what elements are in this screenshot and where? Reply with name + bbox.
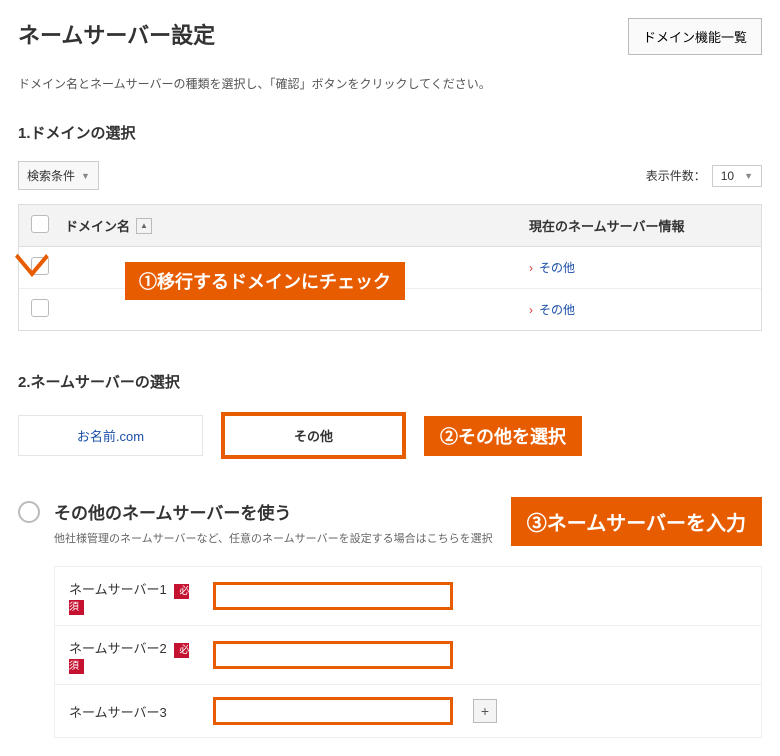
callout-1: ①移行するドメインにチェック	[125, 262, 405, 300]
ns3-input[interactable]	[213, 697, 453, 725]
ns-field-row: ネームサーバー1 必須	[55, 567, 761, 626]
nameserver-fields: ネームサーバー1 必須 ネームサーバー2 必須 ネームサーバー3 +	[54, 566, 762, 738]
tab-other[interactable]: その他	[221, 412, 406, 459]
sort-icon[interactable]: ▲	[136, 218, 152, 234]
th-ns-label: 現在のネームサーバー情報	[529, 216, 749, 235]
other-ns-radio-desc: 他社様管理のネームサーバーなど、任意のネームサーバーを設定する場合はこちらを選択	[54, 530, 493, 546]
other-ns-radio[interactable]	[18, 501, 40, 523]
row-checkbox[interactable]	[31, 257, 49, 275]
ns1-label: ネームサーバー1	[69, 582, 167, 597]
callout-3: ③ネームサーバーを入力	[511, 497, 762, 546]
chevron-down-icon: ▼	[81, 171, 90, 181]
search-filter-button[interactable]: 検索条件 ▼	[18, 161, 99, 190]
other-ns-radio-label: その他のネームサーバーを使う	[54, 499, 493, 524]
callout-2: ②その他を選択	[424, 416, 582, 456]
ns-info-link[interactable]: その他	[529, 261, 575, 275]
pagesize-label: 表示件数：	[646, 167, 706, 184]
domain-functions-button[interactable]: ドメイン機能一覧	[628, 18, 762, 55]
table-row: ①移行するドメインにチェック その他	[19, 247, 761, 289]
ns-info-link[interactable]: その他	[529, 303, 575, 317]
chevron-down-icon: ▼	[744, 171, 753, 181]
th-domain-label: ドメイン名	[65, 216, 130, 235]
ns-field-row: ネームサーバー3 +	[55, 685, 761, 737]
ns2-label: ネームサーバー2	[69, 641, 167, 656]
page-title: ネームサーバー設定	[18, 18, 215, 50]
domain-table: ドメイン名 ▲ 現在のネームサーバー情報 ①移行するドメインにチェック その他 …	[18, 204, 762, 331]
ns1-input[interactable]	[213, 582, 453, 610]
select-all-checkbox[interactable]	[31, 215, 49, 233]
tab-onamae[interactable]: お名前.com	[18, 415, 203, 456]
ns3-label: ネームサーバー3	[69, 705, 167, 720]
add-ns-button[interactable]: +	[473, 699, 497, 723]
section1-title: 1.ドメインの選択	[18, 122, 762, 143]
search-filter-label: 検索条件	[27, 167, 75, 184]
row-checkbox[interactable]	[31, 299, 49, 317]
ns2-input[interactable]	[213, 641, 453, 669]
page-description: ドメイン名とネームサーバーの種類を選択し、「確認」ボタンをクリックしてください。	[18, 75, 762, 92]
pagesize-value: 10	[721, 169, 734, 183]
pagesize-select[interactable]: 10 ▼	[712, 165, 762, 187]
ns-field-row: ネームサーバー2 必須	[55, 626, 761, 685]
section2-title: 2.ネームサーバーの選択	[18, 371, 762, 392]
